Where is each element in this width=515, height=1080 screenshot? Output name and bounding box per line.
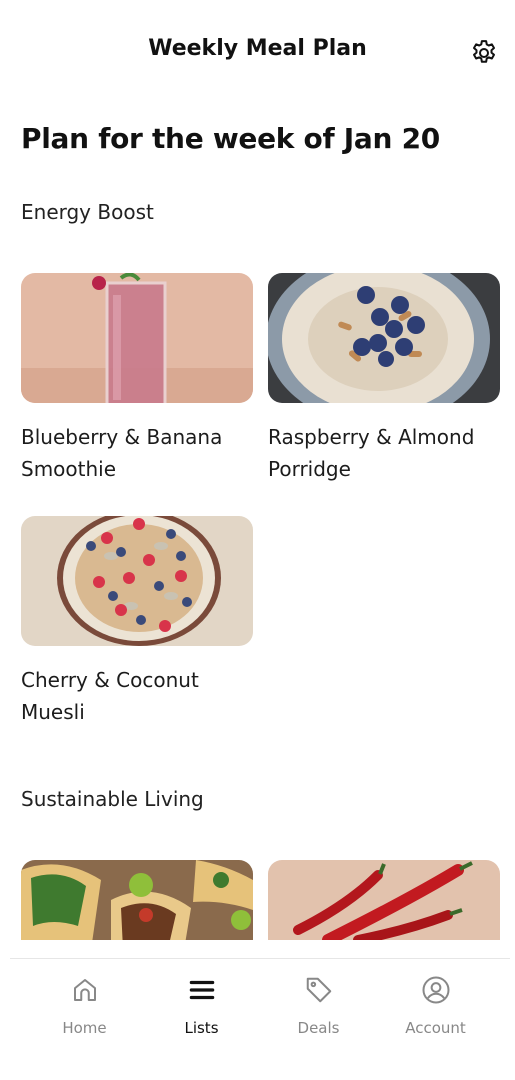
gear-icon[interactable] xyxy=(469,38,499,68)
recipe-name: Raspberry & Almond Porridge xyxy=(268,425,475,481)
page-title: Weekly Meal Plan xyxy=(148,36,367,61)
section-title-sustainable-living: Sustainable Living xyxy=(21,787,204,811)
recipe-image-smoothie xyxy=(21,273,253,403)
menu-lines-icon xyxy=(187,975,217,1005)
recipe-name: Blueberry & Banana Smoothie xyxy=(21,425,223,481)
nav-item-account[interactable]: Account xyxy=(377,959,494,1069)
section-title-energy-boost: Energy Boost xyxy=(21,200,154,224)
nav-item-lists[interactable]: Lists xyxy=(143,959,260,1069)
recipe-image-chili[interactable] xyxy=(268,860,500,940)
nav-item-deals[interactable]: Deals xyxy=(260,959,377,1069)
tag-icon xyxy=(304,975,334,1005)
account-circle-icon xyxy=(421,975,451,1005)
recipe-card[interactable]: Blueberry & Banana Smoothie xyxy=(21,273,253,485)
app-header: Weekly Meal Plan xyxy=(0,0,515,106)
recipe-image-porridge xyxy=(268,273,500,403)
home-icon xyxy=(70,975,100,1005)
bottom-nav: Home Lists Deals Account xyxy=(10,958,510,1080)
recipe-card[interactable]: Cherry & Coconut Muesli xyxy=(21,516,253,728)
nav-label: Deals xyxy=(297,1019,340,1037)
recipe-image-muesli xyxy=(21,516,253,646)
nav-label: Lists xyxy=(184,1019,219,1037)
nav-item-home[interactable]: Home xyxy=(26,959,143,1069)
nav-label: Account xyxy=(405,1019,466,1037)
week-title: Plan for the week of Jan 20 xyxy=(21,122,440,155)
recipe-row-partial xyxy=(0,860,515,940)
nav-label: Home xyxy=(62,1019,107,1037)
recipe-name: Cherry & Coconut Muesli xyxy=(21,668,199,724)
recipe-image-tacos[interactable] xyxy=(21,860,253,940)
recipe-card[interactable]: Raspberry & Almond Porridge xyxy=(268,273,500,485)
